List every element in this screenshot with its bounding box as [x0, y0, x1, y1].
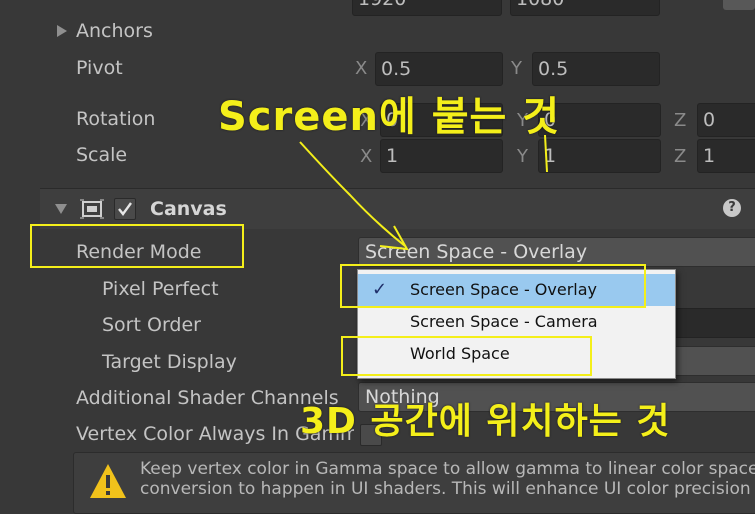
screen-annotation-text: Screen에 붙는 것 [218, 94, 561, 140]
world-annotation-text: 3D 공간에 위치하는 것 [300, 401, 671, 442]
